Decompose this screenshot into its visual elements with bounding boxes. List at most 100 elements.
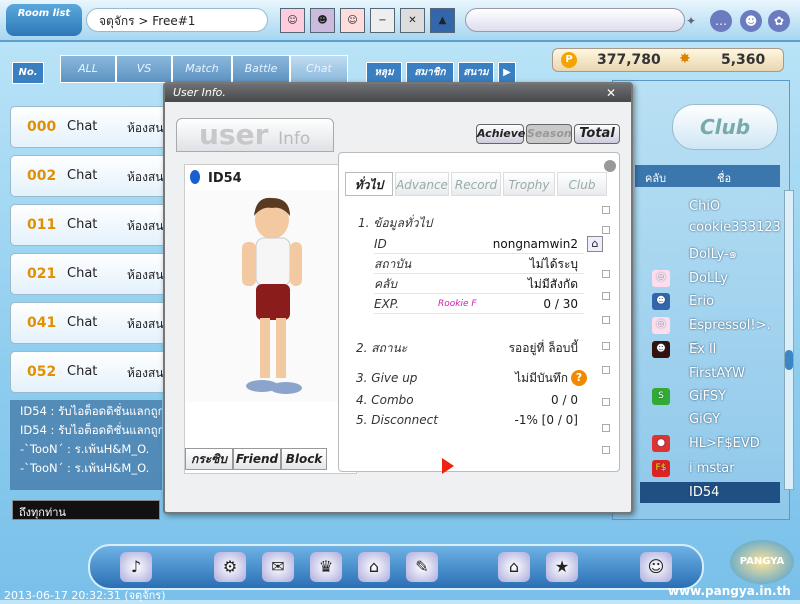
row-checkbox[interactable] [602, 226, 610, 234]
chat-target-select[interactable]: ถึงทุกท่าน [12, 500, 160, 520]
character-icon[interactable]: ☻ [740, 10, 762, 32]
minus-icon[interactable]: − [370, 8, 395, 33]
sort-member-tab[interactable]: สมาชิก [406, 62, 454, 84]
player-row[interactable]: ☺ DoLLy [640, 268, 780, 289]
sound-icon[interactable]: ♪ [120, 552, 152, 582]
tab-club[interactable]: Club [557, 172, 607, 196]
scratch-icon[interactable]: ★ [546, 552, 578, 582]
player-list-scrollbar[interactable] [784, 190, 794, 490]
column-club[interactable]: คลับ [645, 169, 666, 187]
tab-total[interactable]: Total [574, 124, 620, 144]
player-row[interactable]: GiGY [640, 409, 780, 430]
player-name: Erio [689, 294, 715, 309]
sort-hole-tab[interactable]: หลุม [366, 62, 402, 84]
locker-icon[interactable]: ⚙ [214, 552, 246, 582]
whisper-button[interactable]: กระซิบ [185, 448, 233, 470]
tab-trophy[interactable]: Trophy [503, 172, 555, 196]
tab-season[interactable]: Season [526, 124, 572, 144]
club-button[interactable]: Club [672, 104, 778, 150]
user-info-header: user Info [176, 118, 334, 152]
friend-avatar-3[interactable]: ☺ [340, 8, 365, 33]
player-row[interactable]: DolLy-๑ [640, 244, 780, 265]
block-button[interactable]: Block [281, 448, 327, 470]
chat-bubble-icon[interactable]: … [710, 10, 732, 32]
row-checkbox[interactable] [602, 206, 610, 214]
sparkle-icon[interactable]: ✦ [680, 10, 702, 32]
room-row[interactable]: 011 Chat ห้องสน [10, 204, 168, 246]
row-value: 0 / 0 [551, 393, 578, 407]
player-name: GiGY [689, 412, 721, 427]
tools-icon[interactable]: ✎ [406, 552, 438, 582]
house-icon[interactable]: ⌂ [498, 552, 530, 582]
gift-icon[interactable]: ✉ [262, 552, 294, 582]
player-row[interactable]: FirstAYW [640, 363, 780, 384]
filter-chat-tab[interactable]: Chat [290, 55, 348, 83]
message-bar[interactable] [465, 8, 685, 32]
home-icon[interactable]: ⌂ [587, 236, 603, 252]
player-name: Ex ll [689, 342, 717, 357]
row-value: รออยู่ที่ ล็อบบี้ [508, 341, 578, 355]
row-checkbox[interactable] [602, 446, 610, 454]
pangya-logo: PANGYA [730, 540, 794, 584]
row-checkbox[interactable] [602, 366, 610, 374]
filter-battle-tab[interactable]: Battle [232, 55, 290, 83]
tab-general[interactable]: ทั่วไป [345, 172, 393, 196]
filter-all-tab[interactable]: ALL [60, 55, 116, 83]
filter-match-tab[interactable]: Match [172, 55, 232, 83]
stat-row-combo: 4. Combo 0 / 0 [356, 390, 584, 412]
sort-number-button[interactable]: No. [12, 62, 44, 84]
scroll-thumb[interactable] [785, 350, 793, 370]
close-button[interactable]: ✕ [604, 86, 618, 100]
currency-bar: P 377,780 ✸ 5,360 [552, 48, 784, 72]
options-icon[interactable]: ☺ [640, 552, 672, 582]
player-row[interactable]: cookie333123 [640, 217, 781, 238]
map-icon[interactable]: ▲ [430, 8, 455, 33]
column-name[interactable]: ชื่อ [717, 169, 731, 187]
player-row[interactable]: F$ i mstar [640, 458, 780, 479]
room-list-label: Room list [17, 8, 71, 19]
player-name: i mstar [689, 461, 735, 476]
row-checkbox[interactable] [602, 424, 610, 432]
room-row[interactable]: 041 Chat ห้องสน [10, 302, 168, 344]
player-row[interactable]: ☻ Ex ll [640, 339, 780, 360]
player-row[interactable]: ● HL>F$EVD [640, 433, 780, 454]
player-row[interactable]: ☺ Espressol!>.< [640, 315, 780, 354]
room-list-button[interactable]: Room list [6, 4, 82, 36]
room-row[interactable]: 000 Chat ห้องสน [10, 106, 168, 148]
row-checkbox[interactable] [602, 292, 610, 300]
player-row[interactable]: ChiO [640, 196, 780, 217]
info-row-id: ID nongnamwin2 [374, 235, 584, 254]
room-row[interactable]: 002 Chat ห้องสน [10, 155, 168, 197]
sort-course-tab[interactable]: สนาม [458, 62, 494, 84]
info-row-exp: EXP. Rookie F 0 / 30 [374, 295, 584, 314]
filter-vs-tab[interactable]: VS [116, 55, 172, 83]
settings-icon[interactable]: ✿ [768, 10, 790, 32]
player-row[interactable]: S GiFSY [640, 386, 780, 407]
character-preview [186, 190, 356, 402]
shop-icon[interactable]: ⌂ [358, 552, 390, 582]
tab-advance[interactable]: Advance [395, 172, 449, 196]
tab-record[interactable]: Record [451, 172, 501, 196]
player-row[interactable]: ☻ Erio [640, 291, 780, 312]
next-page-button[interactable]: ▶ [498, 62, 516, 84]
close-icon[interactable]: ✕ [400, 8, 425, 33]
room-row[interactable]: 052 Chat ห้องสน [10, 351, 168, 393]
player-row-selected[interactable]: ID54 [640, 482, 780, 503]
help-icon[interactable]: ? [571, 370, 587, 386]
friend-avatar-2[interactable]: ☻ [310, 8, 335, 33]
room-number: 002 [27, 168, 57, 184]
room-number: 011 [27, 217, 57, 233]
tab-achieve[interactable]: Achieve. [476, 124, 530, 144]
row-checkbox[interactable] [602, 398, 610, 406]
friend-avatar-1[interactable]: ☺ [280, 8, 305, 33]
row-checkbox[interactable] [602, 316, 610, 324]
trophy-icon[interactable]: ♛ [310, 552, 342, 582]
row-key: คลับ [374, 277, 397, 291]
bottom-dock [88, 544, 704, 590]
room-row[interactable]: 021 Chat ห้องสน [10, 253, 168, 295]
row-checkbox[interactable] [602, 270, 610, 278]
friend-button[interactable]: Friend [233, 448, 281, 470]
chat-line: ID54 : รับไอต็อดดิชั่นแลกถูก [20, 423, 162, 437]
scroll-knob-icon[interactable] [604, 160, 616, 172]
row-checkbox[interactable] [602, 342, 610, 350]
